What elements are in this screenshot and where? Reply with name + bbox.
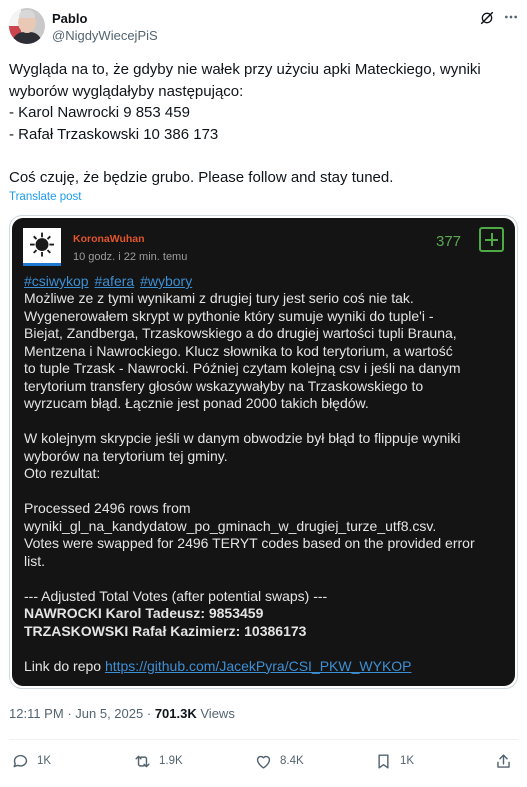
retweet-icon — [135, 755, 150, 767]
embedded-line: --- Adjusted Total Votes (after potentia… — [24, 587, 328, 604]
embedded-line: Wygenerowałem skrypt w pythonie który su… — [24, 307, 434, 324]
views-count: 701.3K — [154, 706, 197, 721]
embedded-line: Votes were swapped for 2496 TERYT codes … — [24, 535, 475, 551]
repo-prefix: Link do repo — [24, 657, 105, 674]
reply-button[interactable]: 1K — [11, 751, 51, 771]
reply-count: 1K — [37, 755, 52, 767]
tweet-time[interactable]: 12:11 PM — [9, 706, 64, 721]
heart-icon — [256, 755, 271, 769]
embedded-line: Możliwe ze z tymi wynikami z drugiej tur… — [24, 290, 414, 306]
embedded-timestamp: 10 godz. i 22 min. temu — [73, 251, 188, 263]
embedded-line: W kolejnym skrypcie jeśli w danym obwodz… — [24, 430, 461, 446]
retweet-button[interactable]: 1.9K — [133, 751, 183, 771]
bookmark-button[interactable]: 1K — [374, 751, 414, 771]
reply-icon — [13, 754, 28, 767]
meta-separator: · — [67, 706, 72, 721]
tweet-header: Pablo @NigdyWiecejPiS — [9, 8, 519, 44]
embedded-line: Mentzena i Nawrockiego. Klucz słownika t… — [24, 342, 453, 359]
repo-link: https://github.com/JacekPyra/CSI_PKW_WYK… — [104, 657, 412, 674]
tweet-line: Coś czuję, że będzie grubo. Please follo… — [9, 168, 394, 186]
embedded-line-blank — [24, 640, 508, 658]
embedded-repo-line: Link do repo https://github.com/JacekPyr… — [24, 658, 508, 676]
tweet-date[interactable]: Jun 5, 2025 — [75, 706, 143, 721]
views-label: Views — [200, 706, 235, 721]
embedded-line: Processed 2496 rows from — [24, 500, 191, 516]
more-icon[interactable] — [503, 9, 519, 25]
media-card[interactable]: KoronaWuhan 10 godz. i 22 min. temu 377 … — [9, 215, 518, 689]
avatar[interactable] — [9, 8, 45, 44]
embedded-line-blank — [24, 570, 508, 588]
tweet-line: wyborów wyglądałyby następująco: — [9, 82, 244, 100]
grok-icon[interactable] — [479, 10, 495, 26]
translate-post-link[interactable]: Translate post — [9, 191, 81, 203]
tag: #wybory — [140, 273, 193, 289]
share-button[interactable] — [494, 751, 520, 771]
tag: #afera — [94, 273, 135, 289]
tweet-meta: 12:11 PM · Jun 5, 2025 · 701.3K Views — [9, 706, 235, 721]
tag: #csiwykop — [24, 273, 89, 289]
virus-icon — [30, 232, 54, 257]
embedded-body: Możliwe ze z tymi wynikami z drugiej tur… — [24, 290, 508, 675]
retweet-count: 1.9K — [159, 755, 183, 767]
embedded-line: Biejat, Zandberga, Trzaskowskiego a do d… — [24, 325, 457, 341]
embedded-line: list. — [24, 552, 45, 569]
embedded-line: wyrzucam błąd. Łącznie jest ponad 2000 t… — [24, 395, 369, 411]
embedded-avatar — [23, 228, 61, 266]
like-count: 8.4K — [280, 755, 304, 767]
embedded-line: wyborów na terytorium tej gminy. — [24, 447, 228, 464]
bookmark-icon — [378, 753, 389, 769]
embedded-line: terytorium transfery głosów wskazywałyby… — [24, 377, 424, 394]
author-display-name[interactable]: Pablo — [52, 11, 87, 26]
embedded-line: to tuple Trzask - Nawrocki. Później czyt… — [24, 360, 461, 376]
bookmark-count: 1K — [400, 755, 415, 767]
tweet-line: - Karol Nawrocki 9 853 459 — [9, 104, 190, 121]
embedded-screenshot: KoronaWuhan 10 godz. i 22 min. temu 377 … — [12, 218, 515, 686]
embedded-tags: #csiwykop #afera #wybory — [24, 273, 194, 289]
tweet-line: Wygląda na to, że gdyby nie wałek przy u… — [9, 61, 481, 78]
meta-separator: · — [146, 706, 152, 721]
embedded-line: Oto rezultat: — [24, 465, 101, 481]
like-button[interactable]: 8.4K — [254, 751, 304, 771]
embedded-vote-count: 377 — [436, 233, 462, 250]
embedded-line-blank — [24, 483, 508, 501]
plus-icon — [479, 227, 504, 252]
embedded-username: KoronaWuhan — [73, 233, 145, 245]
embedded-line-blank — [24, 413, 508, 431]
divider — [9, 739, 518, 740]
author-handle[interactable]: @NigdyWiecejPiS — [52, 28, 158, 43]
embedded-result-line: NAWROCKI Karol Tadeusz: 9853459 — [24, 605, 264, 621]
tweet-text: Wygląda na to, że gdyby nie wałek przy u… — [9, 59, 514, 188]
embedded-result-line: TRZASKOWSKI Rafał Kazimierz: 10386173 — [24, 622, 307, 639]
tweet-line: - Rafał Trzaskowski 10 386 173 — [9, 125, 219, 143]
embedded-line: wyniki_gl_na_kandydatow_po_gminach_w_dru… — [24, 517, 437, 534]
share-icon — [497, 753, 510, 768]
